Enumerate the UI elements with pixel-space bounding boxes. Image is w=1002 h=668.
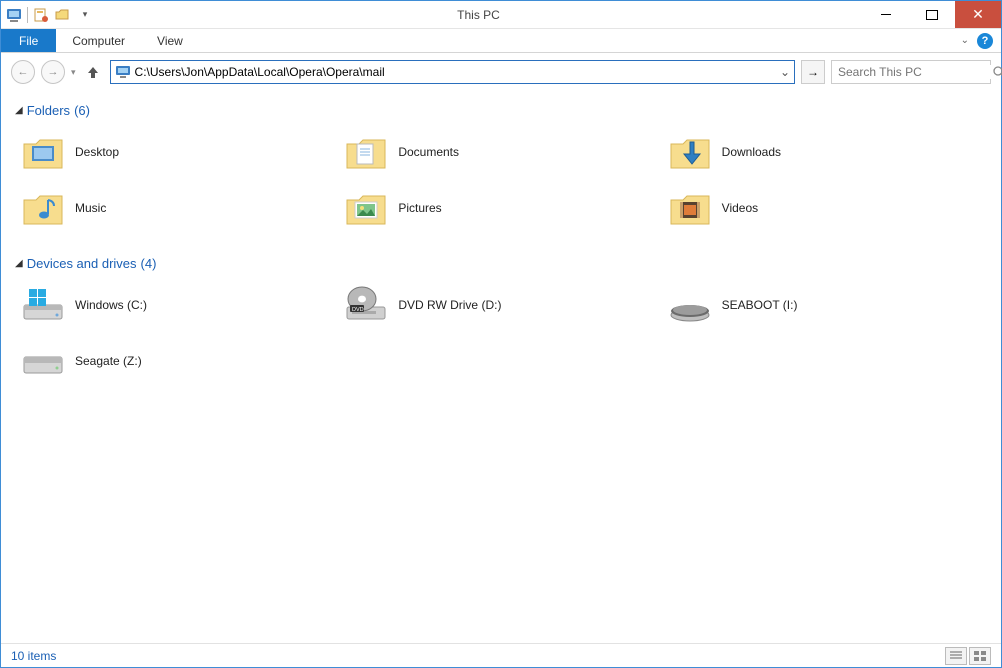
status-bar: 10 items bbox=[1, 643, 1001, 667]
collapse-icon[interactable]: ◢ bbox=[15, 105, 23, 116]
details-view-button[interactable] bbox=[945, 647, 967, 665]
content-area: ◢ Folders (6) Desktop Documents Download… bbox=[1, 91, 1001, 643]
drive-seaboot-i[interactable]: SEABOOT (I:) bbox=[668, 281, 981, 329]
group-title: Folders bbox=[27, 103, 70, 118]
folder-label: Pictures bbox=[398, 201, 441, 215]
quick-access-toolbar: ▾ bbox=[1, 6, 94, 24]
ribbon-expand-icon[interactable]: ⌄ bbox=[961, 35, 969, 46]
desktop-folder-icon bbox=[21, 130, 65, 174]
group-header-drives[interactable]: ◢ Devices and drives (4) bbox=[15, 250, 987, 275]
tab-computer[interactable]: Computer bbox=[56, 29, 141, 52]
qat-separator bbox=[27, 7, 28, 23]
pictures-folder-icon bbox=[344, 186, 388, 230]
windows-drive-icon bbox=[21, 283, 65, 327]
help-icon[interactable]: ? bbox=[977, 33, 993, 49]
app-icon bbox=[5, 6, 23, 24]
navigation-row: ← → ▾ ⌄ → bbox=[1, 53, 1001, 91]
folder-label: Documents bbox=[398, 145, 459, 159]
up-button[interactable] bbox=[82, 61, 104, 83]
drive-seagate-z[interactable]: Seagate (Z:) bbox=[21, 337, 334, 385]
search-icon bbox=[993, 66, 1002, 79]
search-input[interactable] bbox=[838, 65, 993, 79]
music-folder-icon bbox=[21, 186, 65, 230]
group-count: (6) bbox=[74, 103, 90, 118]
title-bar: ▾ This PC ✕ bbox=[1, 1, 1001, 29]
folder-desktop[interactable]: Desktop bbox=[21, 128, 334, 176]
folder-downloads[interactable]: Downloads bbox=[668, 128, 981, 176]
window-title: This PC bbox=[94, 8, 863, 22]
folder-label: Videos bbox=[722, 201, 758, 215]
ribbon-tabs: File Computer View ⌄ ? bbox=[1, 29, 1001, 53]
folder-videos[interactable]: Videos bbox=[668, 184, 981, 232]
dvd-drive-icon: DVD bbox=[344, 283, 388, 327]
search-box[interactable] bbox=[831, 60, 991, 84]
drives-grid: Windows (C:) DVD DVD RW Drive (D:) SEABO… bbox=[15, 275, 987, 403]
drive-label: DVD RW Drive (D:) bbox=[398, 298, 501, 312]
group-header-folders[interactable]: ◢ Folders (6) bbox=[15, 97, 987, 122]
drive-windows-c[interactable]: Windows (C:) bbox=[21, 281, 334, 329]
drive-dvd-d[interactable]: DVD DVD RW Drive (D:) bbox=[344, 281, 657, 329]
group-title: Devices and drives bbox=[27, 256, 137, 271]
folders-grid: Desktop Documents Downloads Music Pictur… bbox=[15, 122, 987, 250]
close-button[interactable]: ✕ bbox=[955, 1, 1001, 28]
collapse-icon[interactable]: ◢ bbox=[15, 258, 23, 269]
address-input[interactable] bbox=[135, 61, 776, 83]
recent-locations-dropdown[interactable]: ▾ bbox=[71, 67, 76, 78]
large-icons-view-button[interactable] bbox=[969, 647, 991, 665]
tab-view[interactable]: View bbox=[141, 29, 199, 52]
videos-folder-icon bbox=[668, 186, 712, 230]
qat-dropdown-icon[interactable]: ▾ bbox=[76, 6, 94, 24]
this-pc-icon bbox=[114, 63, 132, 81]
window-controls: ✕ bbox=[863, 1, 1001, 28]
drive-label: SEABOOT (I:) bbox=[722, 298, 798, 312]
group-count: (4) bbox=[141, 256, 157, 271]
forward-button[interactable]: → bbox=[41, 60, 65, 84]
external-drive-icon bbox=[668, 283, 712, 327]
address-bar[interactable]: ⌄ bbox=[110, 60, 795, 84]
drive-label: Windows (C:) bbox=[75, 298, 147, 312]
svg-text:DVD: DVD bbox=[352, 307, 364, 313]
new-folder-icon[interactable] bbox=[54, 6, 72, 24]
folder-pictures[interactable]: Pictures bbox=[344, 184, 657, 232]
folder-label: Music bbox=[75, 201, 106, 215]
drive-label: Seagate (Z:) bbox=[75, 354, 142, 368]
file-tab[interactable]: File bbox=[1, 29, 56, 52]
downloads-folder-icon bbox=[668, 130, 712, 174]
folder-label: Desktop bbox=[75, 145, 119, 159]
folder-label: Downloads bbox=[722, 145, 781, 159]
folder-documents[interactable]: Documents bbox=[344, 128, 657, 176]
hdd-drive-icon bbox=[21, 339, 65, 383]
minimize-button[interactable] bbox=[863, 1, 909, 28]
address-dropdown-icon[interactable]: ⌄ bbox=[776, 65, 794, 79]
properties-icon[interactable] bbox=[32, 6, 50, 24]
go-button[interactable]: → bbox=[801, 60, 825, 84]
maximize-button[interactable] bbox=[909, 1, 955, 28]
back-button[interactable]: ← bbox=[11, 60, 35, 84]
folder-music[interactable]: Music bbox=[21, 184, 334, 232]
documents-folder-icon bbox=[344, 130, 388, 174]
status-text: 10 items bbox=[11, 649, 56, 663]
